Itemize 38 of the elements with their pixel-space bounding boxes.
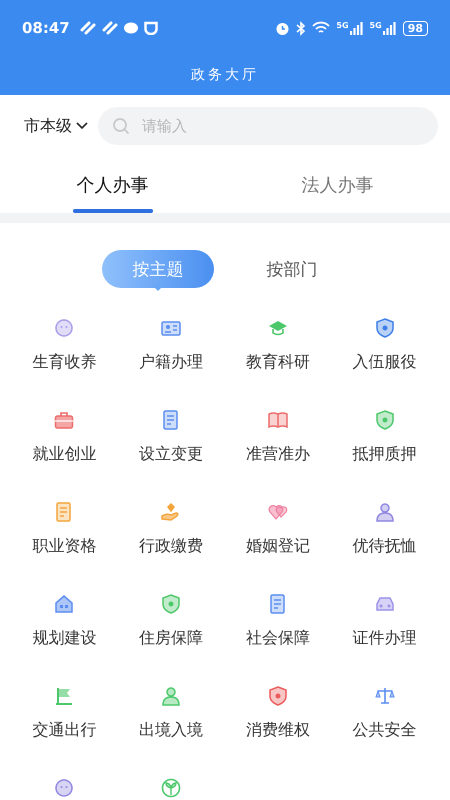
topic-item[interactable]: 户籍办理	[118, 318, 224, 373]
topic-item[interactable]: 规划建设	[11, 594, 118, 649]
tab[interactable]: 个人办事	[0, 157, 225, 213]
search-field[interactable]: 请输入	[98, 107, 438, 145]
page-title: 政务大厅	[191, 66, 259, 84]
topic-item[interactable]: 教育科研	[224, 318, 332, 373]
topic-item[interactable]: 就业创业	[11, 410, 118, 465]
topic-item[interactable]: 住房保障	[118, 594, 224, 649]
network-label: 5G	[370, 21, 382, 30]
topic-item[interactable]: 抵押质押	[331, 410, 438, 465]
battery-indicator: 98	[402, 20, 428, 36]
status-time: 08:47	[22, 19, 70, 37]
topic-item[interactable]: 生育收养	[11, 318, 118, 373]
cup-icon	[144, 21, 158, 35]
wifi-icon	[312, 21, 330, 35]
topic-item[interactable]: 行政缴费	[118, 502, 224, 557]
topic-item[interactable]: 优待抚恤	[331, 502, 438, 557]
signal-icon	[350, 21, 364, 35]
segment-tab[interactable]: 按部门	[236, 247, 348, 291]
topic-item[interactable]: 职业资格	[11, 502, 118, 557]
topic-item[interactable]: 入伍服役	[331, 318, 438, 373]
network-label: 5G	[336, 21, 349, 30]
alarm-icon	[275, 20, 290, 36]
topic-item[interactable]: 婚姻登记	[224, 502, 332, 557]
topic-item[interactable]: 出境入境	[118, 686, 224, 741]
signal-icon	[382, 21, 397, 35]
topic-item[interactable]: 证件办理	[331, 594, 438, 649]
topic-item[interactable]: 交通出行	[11, 686, 118, 741]
tab[interactable]: 法人办事	[225, 157, 450, 213]
topic-item[interactable]: 社会保障	[224, 594, 332, 649]
topic-item[interactable]: 设立变更	[118, 410, 224, 465]
region-dropdown[interactable]: 市本级	[24, 116, 88, 136]
topic-item[interactable]: 准营准办	[224, 410, 332, 465]
topic-item[interactable]: 消费维权	[224, 686, 332, 741]
topic-item[interactable]: 公共安全	[331, 686, 438, 741]
bluetooth-icon	[296, 20, 306, 36]
search-icon	[112, 117, 130, 135]
chevron-down-icon	[76, 122, 88, 130]
